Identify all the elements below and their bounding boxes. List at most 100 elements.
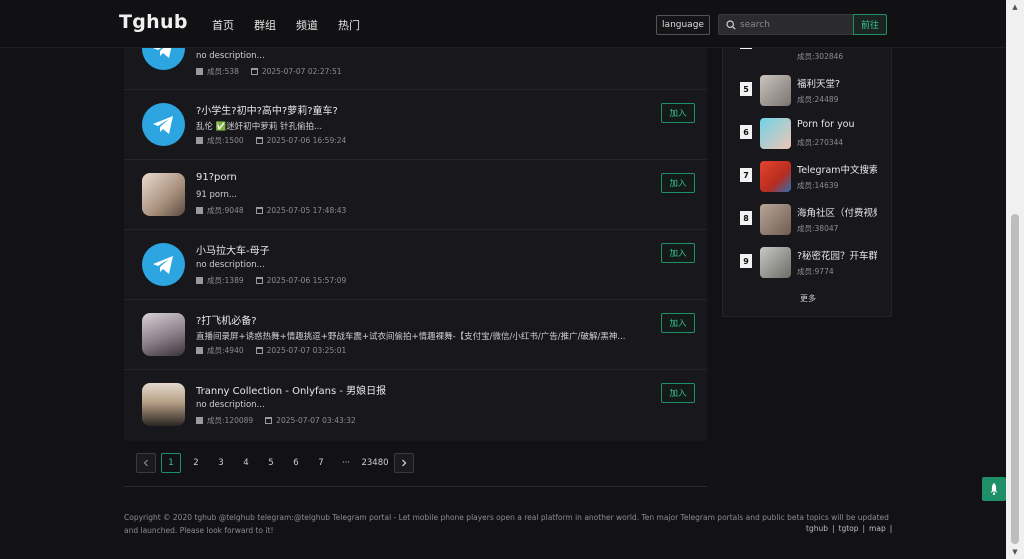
group-photo (142, 383, 185, 426)
item-members: 成员:4940 (207, 346, 244, 355)
channel-members: 成员:38047 (797, 224, 839, 233)
prev-page-button[interactable] (136, 453, 156, 473)
rank-badge: 7 (740, 168, 752, 182)
channel-thumbnail (760, 75, 791, 106)
item-title[interactable]: Tranny Collection - Onlyfans - 男娘日报 (196, 382, 386, 397)
item-date: 2025-07-07 02:27:51 (261, 67, 342, 76)
item-date: 2025-07-07 03:25:01 (266, 346, 347, 355)
page-button-last[interactable]: 23480 (361, 453, 389, 473)
page-button-3[interactable]: 3 (211, 453, 231, 473)
calendar-icon (265, 417, 273, 424)
channel-name[interactable]: 海角社区（付费视频 (797, 205, 877, 219)
language-button[interactable]: language (656, 15, 710, 35)
calendar-icon (255, 277, 263, 284)
channel-thumbnail (760, 204, 791, 235)
main-nav: 首页 群组 频道 热门 (212, 17, 380, 33)
item-members: 成员:1389 (207, 276, 244, 285)
page-scrollbar[interactable]: ▲ ▼ (1006, 0, 1024, 559)
join-button[interactable]: 加入 (661, 383, 695, 403)
join-button[interactable]: 加入 (661, 313, 695, 333)
footer-separator: | (889, 524, 893, 533)
channel-name[interactable]: Porn for you (797, 119, 877, 130)
item-members: 成员:538 (207, 67, 239, 76)
nav-channels[interactable]: 频道 (296, 17, 318, 33)
footer-link-map[interactable]: map (869, 524, 886, 533)
item-members: 成员:1500 (207, 136, 244, 145)
site-logo[interactable]: Tghub (119, 11, 188, 33)
nav-home[interactable]: 首页 (212, 17, 234, 33)
nav-groups[interactable]: 群组 (254, 17, 276, 33)
item-meta: 成员:4940 2025-07-07 03:25:01 (196, 345, 346, 356)
ranking-sidebar: 成员:302846 5 福利天堂? 成员:24489 6 Porn for yo… (722, 22, 892, 317)
search-icon (726, 19, 736, 30)
item-members: 成员:120089 (207, 416, 254, 425)
page-button-1[interactable]: 1 (161, 453, 181, 473)
channel-thumbnail (760, 118, 791, 149)
pagination: 1 2 3 4 5 6 7 ··· 23480 (136, 453, 419, 473)
calendar-icon (255, 207, 263, 214)
more-link[interactable]: 更多 (723, 293, 893, 304)
calendar-icon (250, 68, 258, 75)
item-meta: 成员:9048 2025-07-05 17:48:43 (196, 205, 346, 216)
channel-name[interactable]: 福利天堂? (797, 76, 877, 90)
scroll-up-arrow-icon[interactable]: ▲ (1006, 0, 1024, 14)
item-meta: 成员:120089 2025-07-07 03:43:32 (196, 415, 356, 426)
footer-link-tgtop[interactable]: tgtop (839, 524, 859, 533)
channel-thumbnail (760, 247, 791, 278)
group-list: no description... 成员:538 2025-07-07 02:2… (124, 10, 707, 441)
group-photo (142, 313, 185, 356)
page-button-2[interactable]: 2 (186, 453, 206, 473)
item-date: 2025-07-05 17:48:43 (266, 206, 347, 215)
page-button-7[interactable]: 7 (311, 453, 331, 473)
page-button-6[interactable]: 6 (286, 453, 306, 473)
channel-members: 成员:14639 (797, 181, 839, 190)
telegram-avatar-icon (142, 103, 185, 146)
rocket-icon (990, 483, 998, 495)
footer-separator: | (831, 524, 835, 533)
footer-divider (124, 486, 707, 487)
chevron-right-icon (402, 459, 407, 467)
page-button-5[interactable]: 5 (261, 453, 281, 473)
calendar-icon (255, 137, 263, 144)
join-button[interactable]: 加入 (661, 103, 695, 123)
item-meta: 成员:538 2025-07-07 02:27:51 (196, 66, 342, 77)
item-description: no description... (196, 51, 265, 61)
list-item[interactable]: ?打飞机必备? 直播间录屏+诱惑热舞+情趣挑逗+野战车震+试衣间偷拍+情趣裸舞-… (124, 300, 707, 370)
search-input[interactable] (740, 19, 850, 30)
join-button[interactable]: 加入 (661, 243, 695, 263)
members-icon (196, 417, 203, 424)
list-item[interactable]: Tranny Collection - Onlyfans - 男娘日报 no d… (124, 370, 707, 440)
list-item[interactable]: 91?porn 91 porn... 成员:9048 2025-07-05 17… (124, 160, 707, 230)
members-icon (196, 207, 203, 214)
item-title[interactable]: 91?porn (196, 172, 237, 183)
telegram-avatar-icon (142, 243, 185, 286)
item-meta: 成员:1500 2025-07-06 16:59:24 (196, 135, 346, 146)
channel-members: 成员:270344 (797, 138, 844, 147)
members-icon (196, 347, 203, 354)
list-item[interactable]: ?小学生?初中?高中?萝莉?童车? 乱伦 ✅迷奸初中萝莉 针孔偷拍... 成员:… (124, 90, 707, 160)
scroll-down-arrow-icon[interactable]: ▼ (1006, 545, 1024, 559)
item-title[interactable]: ?小学生?初中?高中?萝莉?童车? (196, 102, 338, 117)
channel-name[interactable]: ?秘密花园？开车群 (797, 248, 877, 262)
footer-links: tghub | tgtop | map | (806, 524, 892, 533)
chevron-left-icon (143, 459, 148, 467)
channel-name[interactable]: Telegram中文搜索 (797, 162, 877, 176)
item-date: 2025-07-06 16:59:24 (266, 136, 347, 145)
nav-hot[interactable]: 热门 (338, 17, 360, 33)
page-button-4[interactable]: 4 (236, 453, 256, 473)
item-description: 乱伦 ✅迷奸初中萝莉 针孔偷拍... (196, 122, 323, 132)
calendar-icon (255, 347, 263, 354)
rank-badge: 5 (740, 82, 752, 96)
scrollbar-thumb[interactable] (1011, 214, 1019, 544)
rank-badge: 9 (740, 254, 752, 268)
back-to-top-button[interactable] (982, 477, 1006, 501)
footer-link-tghub[interactable]: tghub (806, 524, 828, 533)
next-page-button[interactable] (394, 453, 414, 473)
join-button[interactable]: 加入 (661, 173, 695, 193)
item-description: no description... (196, 400, 265, 410)
item-title[interactable]: 小马拉大车-母子 (196, 242, 270, 257)
list-item[interactable]: 小马拉大车-母子 no description... 成员:1389 2025-… (124, 230, 707, 300)
search-go-button[interactable]: 前往 (853, 14, 887, 35)
item-title[interactable]: ?打飞机必备? (196, 312, 257, 327)
search-box (718, 14, 854, 35)
